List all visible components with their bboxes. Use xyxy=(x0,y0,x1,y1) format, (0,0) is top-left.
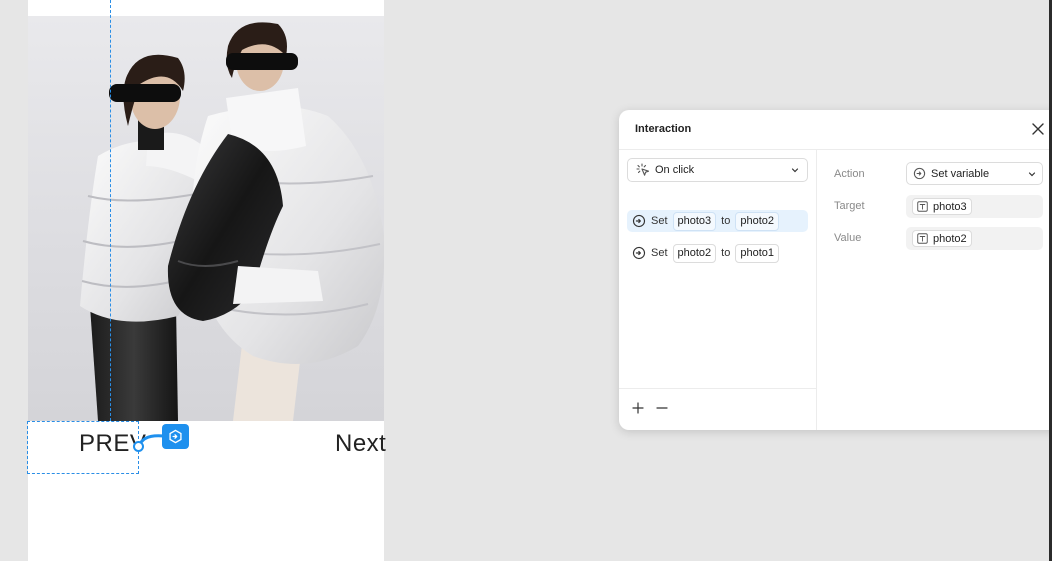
set-variable-icon xyxy=(169,429,182,444)
fashion-photo-illustration xyxy=(80,22,384,421)
set-variable-icon xyxy=(632,214,646,228)
interaction-target-chip[interactable]: photo3 xyxy=(672,211,717,231)
action-value: Set variable xyxy=(931,167,990,180)
fashion-photo[interactable] xyxy=(28,16,384,421)
value-variable-chip[interactable]: photo2 xyxy=(912,230,972,247)
set-variable-icon xyxy=(632,246,646,260)
interaction-connector: to xyxy=(721,247,731,259)
click-trigger-icon xyxy=(636,163,650,176)
trigger-select[interactable]: On click xyxy=(627,158,808,182)
interaction-connector: to xyxy=(721,215,731,227)
connection-handle[interactable] xyxy=(133,441,144,452)
trigger-label: On click xyxy=(655,164,695,176)
interaction-verb: Set xyxy=(651,247,668,259)
prev-selection-box[interactable] xyxy=(27,421,139,474)
target-label: Target xyxy=(834,200,865,212)
action-label: Action xyxy=(834,168,865,180)
close-icon[interactable] xyxy=(1031,122,1045,136)
set-variable-icon xyxy=(913,167,926,180)
text-variable-icon xyxy=(917,233,928,244)
interaction-list-footer xyxy=(619,388,817,430)
target-variable-chip[interactable]: photo3 xyxy=(912,198,972,215)
chevron-down-icon xyxy=(791,168,799,173)
interaction-row[interactable]: Set photo3 to photo2 xyxy=(627,210,808,232)
canvas-frame[interactable]: PREV Next xyxy=(28,0,386,561)
value-label: Value xyxy=(834,232,862,244)
value-field[interactable]: photo2 xyxy=(906,227,1043,250)
target-field[interactable]: photo3 xyxy=(906,195,1043,218)
action-select[interactable]: Set variable xyxy=(906,162,1043,185)
interaction-verb: Set xyxy=(651,215,668,227)
target-value: photo3 xyxy=(933,200,967,213)
interaction-value-chip[interactable]: photo2 xyxy=(735,211,780,231)
interaction-panel: Interaction On click Set photo3 to photo… xyxy=(619,110,1052,430)
interaction-list-column: On click Set photo3 to photo2 Set photo2… xyxy=(619,150,817,430)
interaction-target-chip[interactable]: photo2 xyxy=(672,243,717,263)
next-label[interactable]: Next xyxy=(335,430,386,458)
panel-title: Interaction xyxy=(635,123,692,135)
plus-icon[interactable] xyxy=(631,401,645,415)
selection-guide-vertical xyxy=(110,0,111,421)
chevron-down-icon xyxy=(1028,171,1036,176)
value-value: photo2 xyxy=(933,232,967,245)
interaction-value-chip[interactable]: photo1 xyxy=(735,243,780,263)
interaction-row[interactable]: Set photo2 to photo1 xyxy=(627,242,808,264)
minus-icon[interactable] xyxy=(655,401,669,415)
interaction-badge[interactable] xyxy=(162,424,189,449)
text-variable-icon xyxy=(917,201,928,212)
